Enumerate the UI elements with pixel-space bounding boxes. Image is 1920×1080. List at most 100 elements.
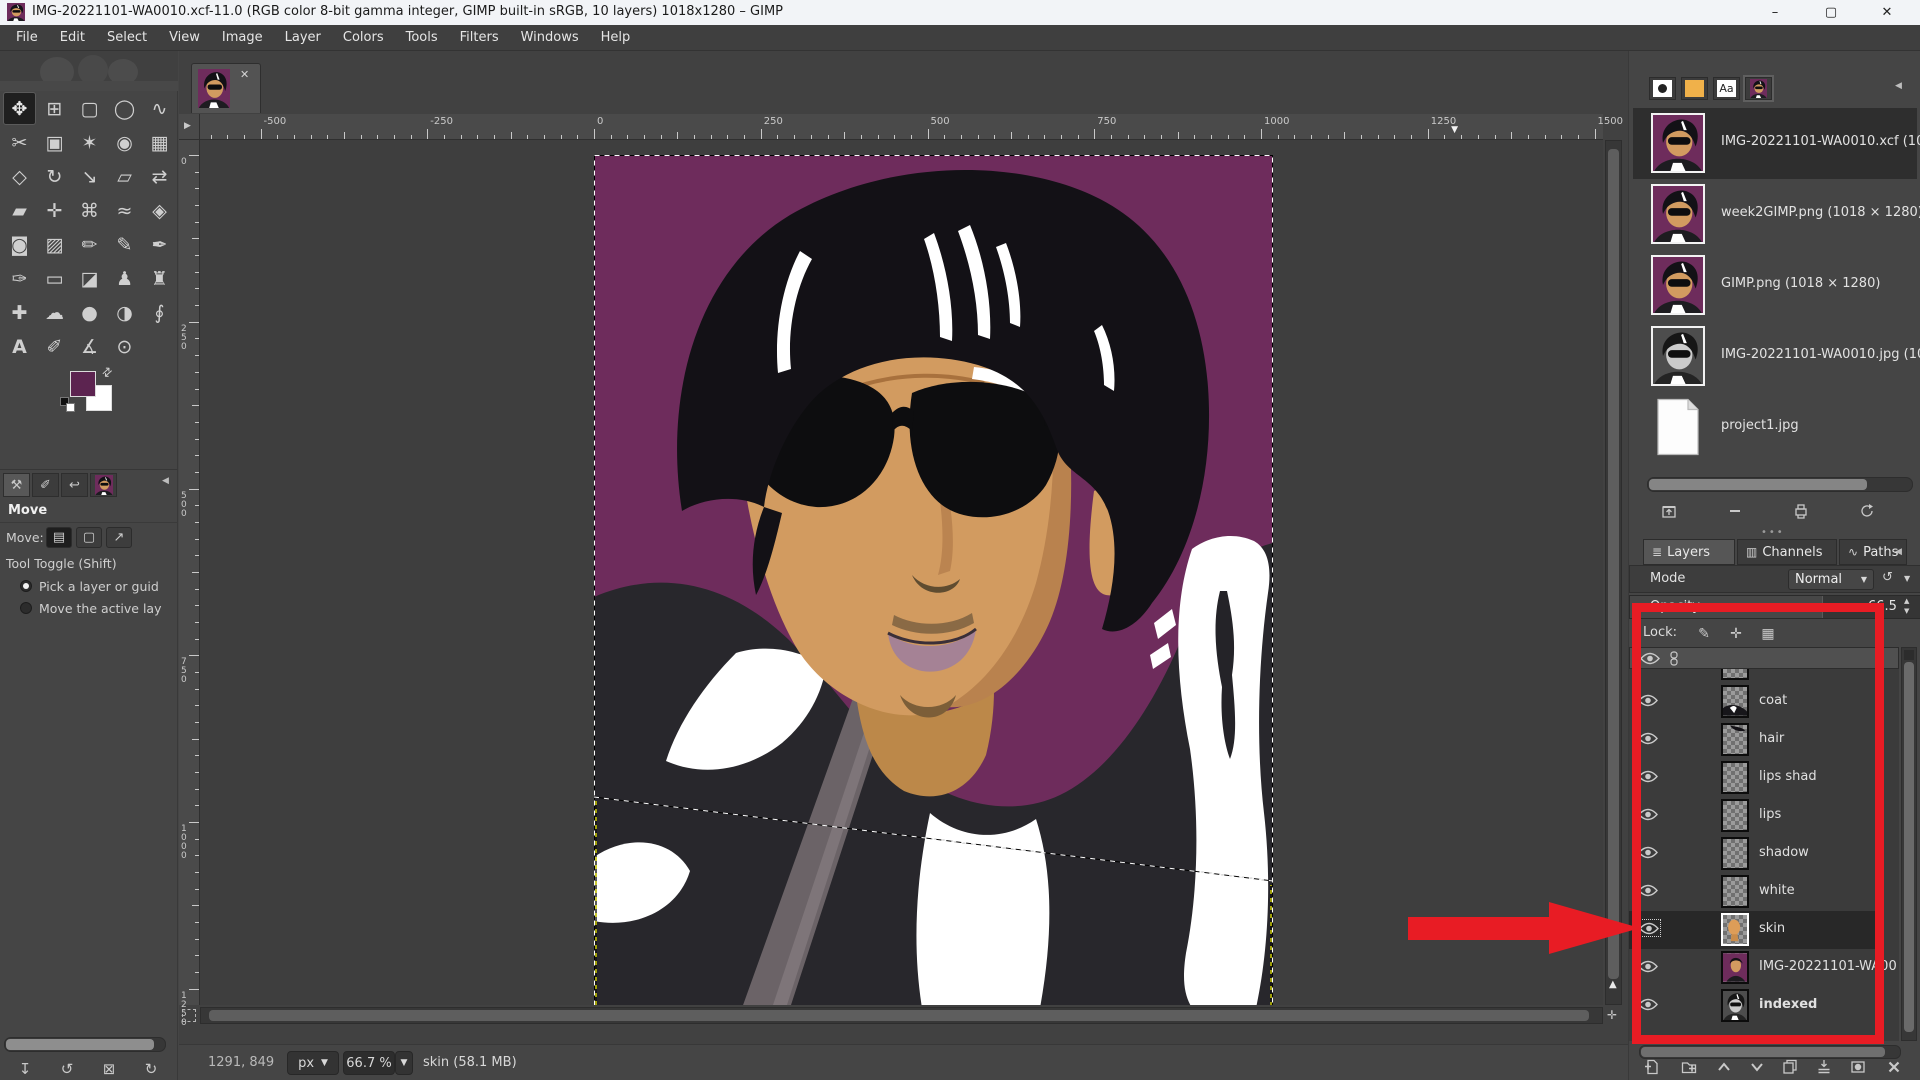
new-layer-button[interactable]: [1639, 1056, 1665, 1078]
merge-down-button[interactable]: [1811, 1056, 1837, 1078]
add-mask-button[interactable]: [1845, 1056, 1871, 1078]
tool-scissors-select[interactable]: ✂: [3, 126, 36, 159]
tool-handle-transform[interactable]: ✛: [38, 194, 71, 227]
tool-mypaint-brush[interactable]: ▭: [38, 262, 71, 295]
tool-warp-transform[interactable]: ≈: [108, 194, 141, 227]
navigation-button[interactable]: ✛: [1607, 1008, 1617, 1022]
tab-undo-history[interactable]: ↩: [61, 473, 88, 497]
menu-windows[interactable]: Windows: [510, 27, 590, 48]
tool-smudge[interactable]: ☁: [38, 296, 71, 329]
brushes-tab[interactable]: [1649, 77, 1676, 100]
move-path-button[interactable]: ↗: [106, 527, 132, 548]
layers-scrollbar[interactable]: [1901, 647, 1917, 1041]
tool-foreground-select[interactable]: ▣: [38, 126, 71, 159]
tool-paintbrush[interactable]: ✎: [108, 228, 141, 261]
raise-layer-button[interactable]: [1711, 1056, 1737, 1078]
dock-drag-handle[interactable]: •••: [1761, 527, 1785, 538]
opacity-spinner[interactable]: ▲▼: [1904, 597, 1909, 617]
tab-layers[interactable]: ≣Layers: [1643, 539, 1735, 565]
menu-colors[interactable]: Colors: [332, 27, 395, 48]
maximize-button[interactable]: ▢: [1808, 0, 1854, 25]
menu-view[interactable]: View: [158, 27, 211, 48]
image-list-item[interactable]: project1.jpg: [1633, 392, 1917, 463]
option-row[interactable]: Move the active lay: [20, 598, 178, 618]
image-list-item[interactable]: week2GIMP.png (1018 × 1280): [1633, 179, 1917, 250]
tab-images[interactable]: [90, 473, 117, 497]
switch-mode-icon[interactable]: ↺: [1882, 570, 1893, 585]
menu-file[interactable]: File: [5, 27, 49, 48]
ruler-corner-button[interactable]: ▶: [179, 114, 200, 140]
delete-tool-preset-button[interactable]: ⊠: [94, 1058, 124, 1080]
tool-shear[interactable]: ▱: [108, 160, 141, 193]
radio-button[interactable]: [20, 602, 32, 614]
menu-filters[interactable]: Filters: [449, 27, 510, 48]
move-selection-button[interactable]: ▢: [76, 527, 102, 548]
tab-channels[interactable]: ▥Channels: [1737, 539, 1837, 565]
move-layer-button[interactable]: ▤: [46, 527, 72, 548]
delete-layer-button[interactable]: [1881, 1056, 1907, 1078]
menu-image[interactable]: Image: [211, 27, 274, 48]
dock-menu-icon[interactable]: ◀: [1895, 81, 1902, 91]
radio-button[interactable]: [20, 580, 32, 592]
tool-pencil[interactable]: ✏: [73, 228, 106, 261]
quick-mask-toggle[interactable]: [182, 1009, 196, 1022]
unit-dropdown[interactable]: px▼: [287, 1051, 339, 1075]
chevron-down-icon[interactable]: ▼: [1904, 574, 1910, 583]
tool-dodge-burn[interactable]: ◑: [108, 296, 141, 329]
minimize-button[interactable]: –: [1752, 0, 1798, 25]
tool-blur-sharpen[interactable]: ●: [73, 296, 106, 329]
zoom-value[interactable]: 66.7 %: [343, 1051, 395, 1075]
canvas-viewport[interactable]: [200, 140, 1603, 1005]
tool-cage-transform[interactable]: ⌘: [73, 194, 106, 227]
tab-tool-options[interactable]: ⚒: [3, 473, 30, 497]
duplicate-layer-button[interactable]: [1777, 1056, 1803, 1078]
foreground-color-swatch[interactable]: [70, 371, 96, 397]
new-group-button[interactable]: [1676, 1056, 1702, 1078]
tool-rotate[interactable]: ↻: [38, 160, 71, 193]
menu-tools[interactable]: Tools: [395, 27, 449, 48]
close-button[interactable]: ✕: [1864, 0, 1910, 25]
image-list-item[interactable]: GIMP.png (1018 × 1280): [1633, 250, 1917, 321]
tool-perspective[interactable]: ▰: [3, 194, 36, 227]
tool-unified-transform[interactable]: ◇: [3, 160, 36, 193]
delete-image-button[interactable]: [1721, 500, 1749, 522]
lower-layer-button[interactable]: [1744, 1056, 1770, 1078]
tool-crop[interactable]: ▦: [143, 126, 176, 159]
default-colors-icon[interactable]: [60, 397, 76, 413]
tool-3d-transform[interactable]: ◈: [143, 194, 176, 227]
tool-heal[interactable]: ✚: [3, 296, 36, 329]
image-list-item[interactable]: IMG-20221101-WA0010.xcf (10: [1633, 108, 1917, 179]
images-scrollbar[interactable]: [1647, 477, 1913, 492]
save-tool-preset-button[interactable]: ↧: [10, 1058, 40, 1080]
tool-scale[interactable]: ↘: [73, 160, 106, 193]
fonts-tab[interactable]: Aa: [1713, 77, 1740, 100]
tool-select-by-color[interactable]: ◉: [108, 126, 141, 159]
tool-gradient[interactable]: ▨: [38, 228, 71, 261]
new-display-button[interactable]: [1787, 500, 1815, 522]
tool-clone[interactable]: ♟: [108, 262, 141, 295]
tool-paths[interactable]: ∮: [143, 296, 176, 329]
image-list-item[interactable]: IMG-20221101-WA0010.jpg (10: [1633, 321, 1917, 392]
swap-colors-icon[interactable]: ⇄: [99, 363, 116, 380]
tool-alignment[interactable]: ⊞: [38, 92, 71, 125]
option-row[interactable]: Pick a layer or guid: [20, 576, 178, 596]
patterns-tab[interactable]: [1681, 77, 1708, 100]
image-tab-close-icon[interactable]: ✕: [240, 68, 249, 81]
zoom-dropdown[interactable]: ▼: [395, 1051, 413, 1075]
tool-airbrush[interactable]: ✒: [143, 228, 176, 261]
tool-bucket-fill[interactable]: ◙: [3, 228, 36, 261]
tool-text[interactable]: A: [3, 330, 36, 363]
dock-menu-icon[interactable]: ◀: [162, 476, 169, 486]
tool-eraser[interactable]: ◪: [73, 262, 106, 295]
menu-edit[interactable]: Edit: [49, 27, 96, 48]
menu-select[interactable]: Select: [96, 27, 158, 48]
tab-device-status[interactable]: ✐: [32, 473, 59, 497]
tool-flip[interactable]: ⇄: [143, 160, 176, 193]
restore-tool-preset-button[interactable]: ↺: [52, 1058, 82, 1080]
tool-ink[interactable]: ✑: [3, 262, 36, 295]
tool-options-scrollbar[interactable]: [4, 1037, 166, 1052]
horizontal-scrollbar[interactable]: [200, 1007, 1603, 1024]
tool-fuzzy-select[interactable]: ✶: [73, 126, 106, 159]
tool-perspective-clone[interactable]: ♜: [143, 262, 176, 295]
menu-layer[interactable]: Layer: [274, 27, 332, 48]
